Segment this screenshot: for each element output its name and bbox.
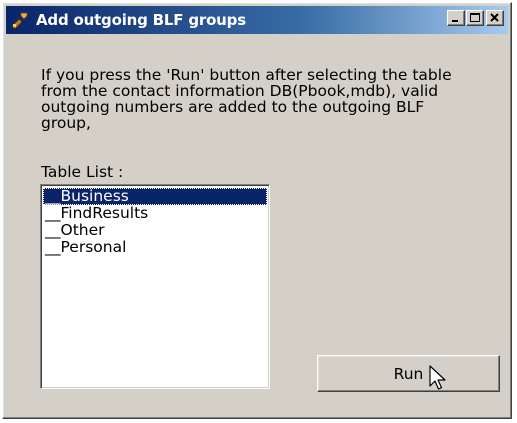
table-listbox[interactable]: __Business __FindResults __Other __Perso…: [40, 184, 270, 389]
dialog-window: Add outgoing BLF groups If you press the…: [2, 2, 512, 419]
list-item[interactable]: __Other: [43, 222, 267, 239]
close-icon[interactable]: [486, 10, 504, 26]
list-item[interactable]: __Business: [43, 188, 267, 205]
title-bar[interactable]: Add outgoing BLF groups: [6, 6, 508, 34]
window-title: Add outgoing BLF groups: [36, 11, 246, 29]
window-controls: [446, 10, 504, 26]
minimize-icon[interactable]: [447, 10, 465, 26]
list-item[interactable]: __FindResults: [43, 205, 267, 222]
run-button[interactable]: Run: [317, 355, 500, 392]
table-list-label: Table List :: [41, 163, 124, 181]
wrench-icon: [12, 12, 28, 29]
mouse-cursor-icon: [429, 365, 446, 390]
maximize-icon[interactable]: [466, 10, 484, 26]
list-item[interactable]: __Personal: [43, 239, 267, 256]
instructions-text: If you press the 'Run' button after sele…: [41, 66, 452, 132]
